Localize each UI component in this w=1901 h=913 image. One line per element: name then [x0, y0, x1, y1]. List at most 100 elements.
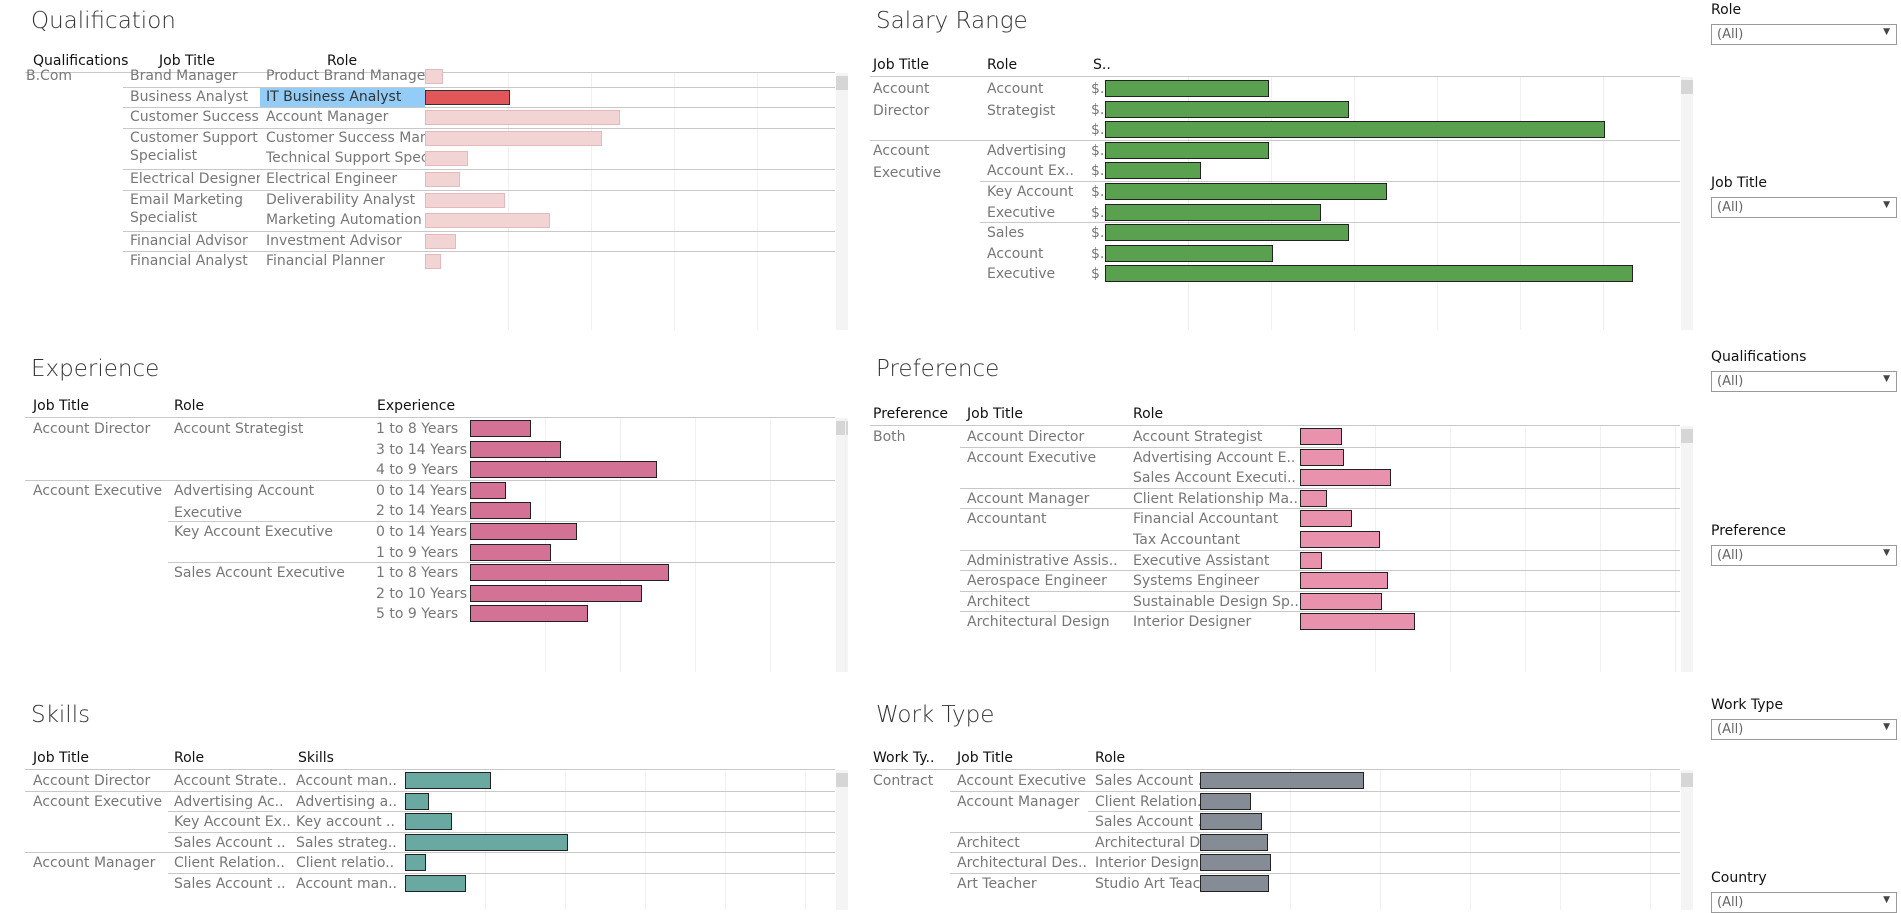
- job-title-cell: Accountant: [967, 511, 1047, 528]
- chevron-down-icon[interactable]: ▼: [1883, 548, 1890, 558]
- panel-title: Skills: [31, 702, 91, 728]
- bar[interactable]: [425, 110, 621, 126]
- bar[interactable]: [1200, 772, 1364, 789]
- filter-dropdown-role[interactable]: (All) ▼: [1711, 24, 1897, 45]
- bar[interactable]: [470, 523, 577, 540]
- bar[interactable]: [1105, 100, 1349, 118]
- scrollbar-thumb[interactable]: [1681, 429, 1693, 443]
- job-title-cell: Account: [873, 81, 930, 97]
- bar[interactable]: [470, 461, 657, 479]
- bar[interactable]: [470, 605, 588, 623]
- bar[interactable]: [405, 875, 466, 892]
- bar[interactable]: [405, 772, 491, 789]
- scrollbar-thumb[interactable]: [836, 421, 848, 435]
- row-divider: [123, 107, 835, 109]
- bar[interactable]: [470, 440, 561, 458]
- bar[interactable]: [425, 151, 468, 167]
- filter-dropdown-work-type[interactable]: (All) ▼: [1711, 719, 1897, 740]
- bar[interactable]: [405, 792, 429, 810]
- bar[interactable]: [470, 564, 669, 582]
- bar[interactable]: [1200, 854, 1271, 872]
- role-cell: Executive: [174, 504, 243, 521]
- bar[interactable]: [1200, 813, 1262, 831]
- bar[interactable]: [1300, 428, 1342, 445]
- role-cell: Executive: [987, 204, 1056, 221]
- gridline: [770, 418, 771, 672]
- gridline: [1603, 77, 1604, 330]
- bar[interactable]: [1105, 265, 1633, 283]
- col-header-skills: Skills: [298, 750, 334, 766]
- qualification-cell: B.Com: [26, 68, 73, 84]
- bar[interactable]: [470, 481, 506, 499]
- skill-cell: Advertising a..: [296, 793, 398, 810]
- bar[interactable]: [425, 254, 441, 270]
- experience-cell: 4 to 9 Years: [376, 462, 459, 479]
- bar[interactable]: [1105, 224, 1349, 242]
- scrollbar[interactable]: [1681, 770, 1693, 910]
- gridline: [620, 418, 621, 672]
- chevron-down-icon[interactable]: ▼: [1883, 374, 1890, 384]
- bar[interactable]: [1105, 244, 1273, 262]
- col-header-role: Role: [174, 398, 205, 414]
- scrollbar[interactable]: [1681, 77, 1693, 330]
- bar[interactable]: [405, 854, 426, 872]
- bar[interactable]: [470, 502, 531, 520]
- bar[interactable]: [1300, 592, 1382, 610]
- bar[interactable]: [1300, 551, 1322, 569]
- job-title-cell: Specialist: [130, 147, 198, 164]
- chevron-down-icon[interactable]: ▼: [1883, 200, 1890, 210]
- bar[interactable]: [470, 584, 642, 602]
- scrollbar-thumb[interactable]: [836, 76, 848, 90]
- scrollbar[interactable]: [836, 418, 848, 672]
- work-type-cell: Contract: [873, 773, 934, 789]
- bar[interactable]: [425, 213, 551, 229]
- scrollbar[interactable]: [836, 770, 848, 910]
- bar[interactable]: [1300, 448, 1344, 466]
- bar[interactable]: [425, 69, 444, 84]
- scrollbar[interactable]: [836, 73, 848, 330]
- dropdown-value: (All): [1717, 895, 1744, 910]
- role-cell: Key Account Executive: [174, 524, 333, 540]
- bar[interactable]: [1300, 572, 1388, 590]
- bar[interactable]: [1105, 183, 1387, 200]
- bar[interactable]: [1105, 203, 1321, 221]
- bar[interactable]: [1105, 162, 1201, 180]
- bar[interactable]: [1105, 121, 1605, 139]
- bar[interactable]: [1200, 875, 1269, 892]
- bar[interactable]: [470, 420, 531, 437]
- chevron-down-icon[interactable]: ▼: [1883, 722, 1890, 732]
- role-cell: Sales Account ..: [174, 834, 286, 851]
- bar[interactable]: [1300, 469, 1391, 487]
- bar[interactable]: [425, 233, 457, 249]
- filter-dropdown-preference[interactable]: (All) ▼: [1711, 545, 1897, 566]
- job-title-cell: Executive: [873, 164, 942, 181]
- bar[interactable]: [425, 192, 505, 208]
- bar[interactable]: [425, 172, 461, 187]
- role-cell: Interior Designer: [1133, 614, 1252, 631]
- col-header-role: Role: [327, 53, 358, 69]
- col-header-role: Role: [1133, 406, 1164, 422]
- bar[interactable]: [1105, 141, 1269, 159]
- bar[interactable]: [1300, 613, 1415, 631]
- scrollbar-thumb[interactable]: [1681, 773, 1693, 787]
- filter-dropdown-job-title[interactable]: (All) ▼: [1711, 197, 1897, 218]
- bar[interactable]: [1200, 792, 1251, 810]
- row-divider: [168, 521, 835, 522]
- bar[interactable]: [1300, 489, 1327, 507]
- chevron-down-icon[interactable]: ▼: [1883, 895, 1890, 905]
- role-cell: Product Brand Manager: [266, 68, 426, 84]
- chevron-down-icon[interactable]: ▼: [1883, 27, 1890, 37]
- scrollbar[interactable]: [1681, 426, 1693, 672]
- bar[interactable]: [1200, 833, 1268, 851]
- bar[interactable]: [470, 543, 551, 561]
- bar[interactable]: [1105, 80, 1269, 97]
- bar[interactable]: [1300, 510, 1352, 528]
- bar[interactable]: [425, 89, 511, 105]
- bar[interactable]: [405, 833, 568, 851]
- bar[interactable]: [425, 130, 603, 146]
- bar[interactable]: [1300, 531, 1380, 548]
- scrollbar-thumb[interactable]: [836, 773, 848, 787]
- filter-dropdown-qualifications[interactable]: (All) ▼: [1711, 371, 1897, 392]
- bar[interactable]: [405, 813, 452, 831]
- scrollbar-thumb[interactable]: [1681, 80, 1693, 94]
